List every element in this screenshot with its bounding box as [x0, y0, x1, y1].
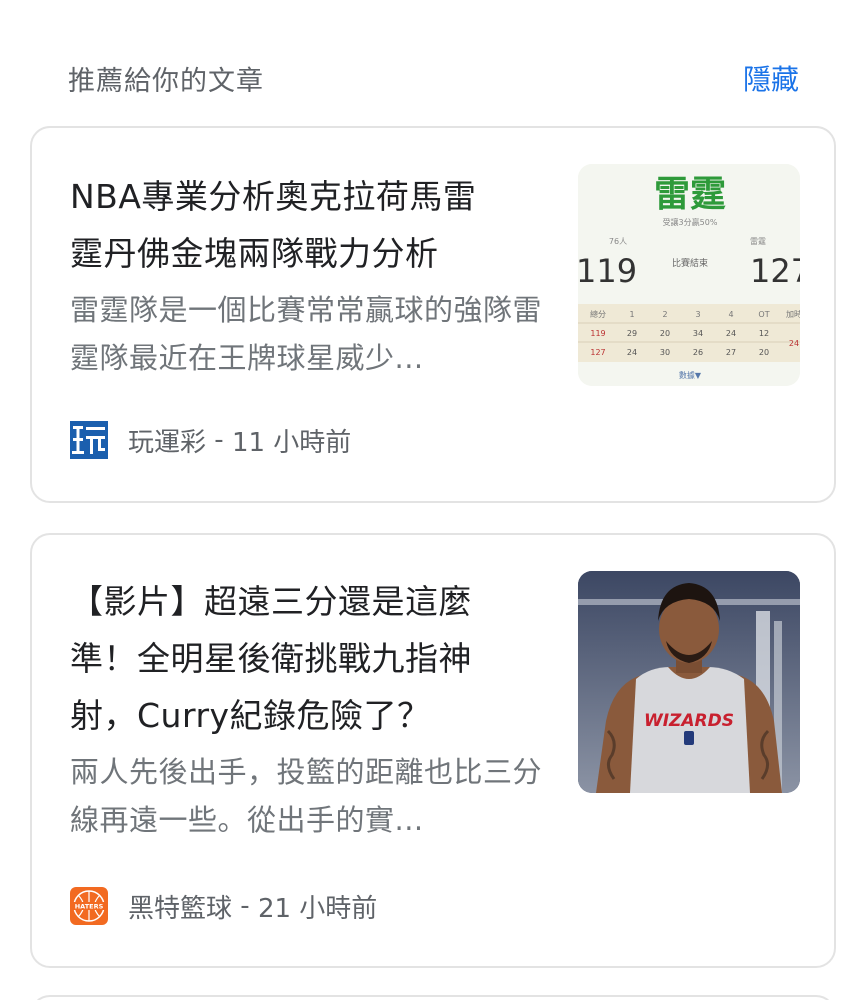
source-name: 玩運彩	[128, 427, 207, 458]
separator: -	[206, 425, 232, 455]
row-cell: 24	[789, 339, 799, 348]
article-headline[interactable]: NBA專業分析奧克拉荷馬雷 霆丹佛金塊兩隊戰力分析	[70, 168, 548, 282]
section-title: 推薦給你的文章	[68, 65, 264, 97]
row-cell: 127	[590, 348, 605, 357]
svg-text:HATERS: HATERS	[75, 903, 104, 911]
home-team: 76人	[609, 237, 627, 246]
row-cell: 29	[627, 329, 637, 338]
published-time: 21 小時前	[257, 893, 378, 924]
home-score: 119	[578, 252, 637, 290]
article-snippet: 兩人先後出手，投籃的距離也比三分線再遠一些。從出手的實...	[70, 755, 543, 837]
row-cell: 30	[660, 348, 670, 357]
article-source-row: HATERS 黑特籃球 - 21 小時前	[70, 887, 377, 925]
column-label: 1	[629, 310, 634, 319]
row-cell: 27	[726, 348, 736, 357]
column-label: 3	[695, 310, 700, 319]
row-cell: 20	[660, 329, 670, 338]
section-header: 推薦給你的文章 隱藏	[68, 56, 799, 100]
column-label: 總分	[590, 309, 606, 319]
column-label: 2	[662, 310, 667, 319]
row-cell: 20	[759, 348, 769, 357]
hide-button[interactable]: 隱藏	[743, 58, 799, 98]
article-snippet: 雷霆隊是一個比賽常常贏球的強隊雷霆隊最近在王牌球星威少...	[70, 293, 543, 375]
separator: -	[232, 891, 258, 921]
jersey-text: WIZARDS	[644, 711, 734, 731]
haters-basketball-icon: HATERS	[70, 887, 108, 925]
row-cell: 24	[627, 348, 637, 357]
headline-line: 霆丹佛金塊兩隊戰力分析	[70, 234, 439, 273]
more-stats-label: 數據▼	[679, 370, 702, 380]
discover-feed: 推薦給你的文章 隱藏 NBA專業分析奧克拉荷馬雷 霆丹佛金塊兩隊戰力分析 雷霆隊…	[0, 0, 867, 1000]
article-headline[interactable]: 【影片】超遠三分還是這麼 準！全明星後衛挑戰九指神 射，Curry紀錄危險了？	[70, 573, 548, 744]
article-text: NBA專業分析奧克拉荷馬雷 霆丹佛金塊兩隊戰力分析 雷霆隊是一個比賽常常贏球的強…	[70, 168, 548, 382]
source-name: 黑特籃球	[128, 893, 233, 924]
away-score: 127	[750, 252, 800, 290]
article-card[interactable]: 【影片】超遠三分還是這麼 準！全明星後衛挑戰九指神 射，Curry紀錄危險了？ …	[30, 533, 836, 968]
article-card[interactable]: NBA專業分析奧克拉荷馬雷 霆丹佛金塊兩隊戰力分析 雷霆隊是一個比賽常常贏球的強…	[30, 126, 836, 503]
row-cell: 12	[759, 329, 769, 338]
wanyuncai-logo-icon	[70, 421, 108, 459]
article-source-row: 玩運彩 - 11 小時前	[70, 421, 351, 459]
headline-line: NBA專業分析奧克拉荷馬雷	[70, 177, 477, 216]
row-cell: 24	[726, 329, 736, 338]
headline-line: 準！全明星後衛挑戰九指神	[70, 639, 472, 678]
column-label: 4	[728, 310, 733, 319]
scoreboard-title: 雷霆	[654, 174, 726, 215]
column-label: 加時	[786, 309, 800, 319]
headline-line: 【影片】超遠三分還是這麼	[70, 582, 472, 621]
row-cell: 119	[590, 329, 605, 338]
article-text: 【影片】超遠三分還是這麼 準！全明星後衛挑戰九指神 射，Curry紀錄危險了？ …	[70, 573, 548, 844]
away-team: 雷霆	[750, 237, 766, 246]
headline-line: 射，Curry紀錄危險了？	[70, 696, 431, 735]
article-thumbnail-photo[interactable]: WIZARDS	[578, 571, 800, 793]
published-time: 11 小時前	[231, 427, 352, 458]
column-label: OT	[758, 310, 769, 319]
article-card[interactable]	[30, 995, 836, 1000]
scoreboard-subtitle: 受讓3分贏50%	[663, 217, 718, 227]
row-cell: 34	[693, 329, 703, 338]
article-thumbnail-scoreboard[interactable]: 雷霆 受讓3分贏50% 76人 雷霆 119 127 比賽結束 總分 1 2 3…	[578, 164, 800, 386]
row-cell: 26	[693, 348, 703, 357]
game-status: 比賽結束	[672, 257, 708, 269]
